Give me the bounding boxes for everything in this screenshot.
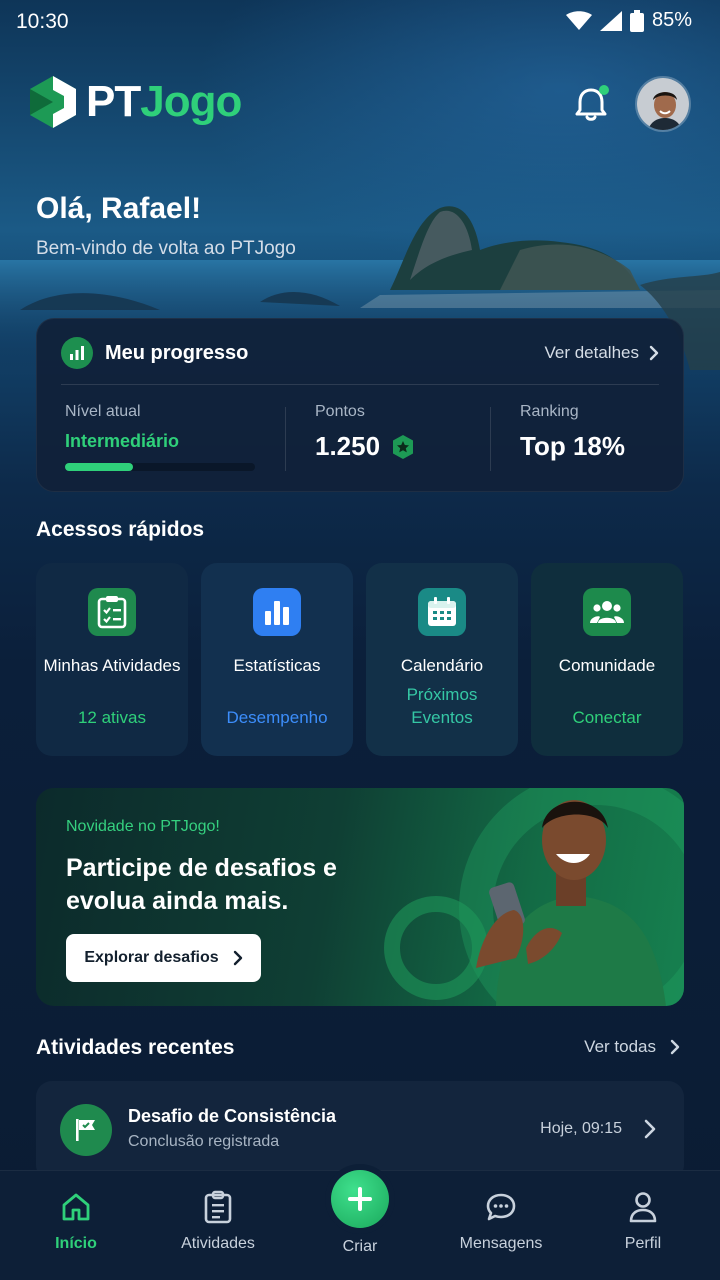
signal-icon	[599, 10, 622, 31]
stats-icon	[61, 337, 93, 369]
recent-activity-item[interactable]: Desafio de Consistência Conclusão regist…	[36, 1081, 684, 1181]
divider	[61, 384, 659, 385]
chevron-right-icon	[233, 950, 242, 966]
tile-calendario[interactable]: Calendário Próximos Eventos	[366, 563, 518, 756]
chat-icon	[441, 1189, 561, 1225]
tile-label: Calendário	[400, 656, 484, 675]
progress-card: Meu progresso Ver detalhes Nível atual I…	[36, 318, 684, 492]
progress-details-label: Ver detalhes	[544, 343, 639, 362]
promo-kicker: Novidade no PTJogo!	[66, 818, 220, 835]
promo-title: Participe de desafios e evolua ainda mai…	[66, 854, 337, 915]
star-badge-icon	[393, 434, 414, 459]
logo-mark-icon	[30, 76, 76, 128]
progress-details-link[interactable]: Ver detalhes	[544, 343, 659, 363]
greeting-title: Olá, Rafael!	[36, 192, 202, 225]
tile-label: Estatísticas	[233, 656, 321, 675]
flag-icon	[60, 1104, 112, 1156]
nav-item-perfil[interactable]: Perfil	[583, 1189, 703, 1253]
nav-label: Perfil	[624, 1235, 662, 1252]
create-label: Criar	[342, 1238, 378, 1255]
level-progress-bar	[65, 463, 255, 471]
see-all-link[interactable]: Ver todas	[584, 1037, 680, 1057]
explore-challenges-label: Explorar desafios	[84, 949, 219, 966]
chevron-right-icon	[649, 345, 659, 361]
level-label: Nível atual	[65, 403, 141, 420]
create-button[interactable]	[331, 1170, 389, 1228]
notification-bell-icon[interactable]	[571, 84, 611, 124]
status-bar: 10:30 85%	[0, 0, 720, 44]
home-icon	[16, 1189, 136, 1225]
progress-title: Meu progresso	[105, 341, 249, 364]
app-logo[interactable]: PTJogo	[28, 74, 242, 130]
tile-sublabel: Conectar	[572, 708, 642, 727]
level-progress-fill	[65, 463, 134, 471]
ranking-stat: Ranking Top 18%	[520, 403, 625, 462]
wifi-icon	[565, 10, 592, 30]
nav-label: Mensagens	[459, 1235, 543, 1252]
people-icon	[583, 588, 631, 636]
ranking-value: Top 18%	[520, 431, 625, 461]
tile-comunidade[interactable]: Comunidade Conectar	[531, 563, 683, 756]
tile-minhas-atividades[interactable]: Minhas Atividades 12 ativas	[36, 563, 188, 756]
level-stat: Nível atual Intermediário	[65, 403, 179, 452]
nav-label: Início	[55, 1235, 97, 1252]
points-label: Pontos	[315, 403, 365, 420]
nav-item-inicio[interactable]: Início	[16, 1189, 136, 1253]
points-value: 1.250	[315, 431, 381, 461]
tile-sublabel: 12 ativas	[77, 708, 147, 727]
person-icon	[583, 1189, 703, 1225]
battery-icon	[629, 9, 644, 32]
divider	[490, 407, 491, 471]
chevron-right-icon	[670, 1039, 680, 1055]
activity-title: Desafio de Consistência	[128, 1106, 337, 1126]
explore-challenges-button[interactable]: Explorar desafios	[66, 934, 261, 982]
tile-label: Minhas Atividades	[43, 656, 181, 675]
activity-subtitle: Conclusão registrada	[128, 1133, 280, 1150]
promo-person-illustration	[384, 788, 684, 1006]
activity-time: Hoje, 09:15	[540, 1120, 622, 1137]
level-value: Intermediário	[65, 431, 180, 451]
recent-title: Atividades recentes	[36, 1036, 235, 1059]
tile-sublabel: Próximos Eventos	[406, 685, 478, 727]
nav-item-mensagens[interactable]: Mensagens	[441, 1189, 561, 1253]
plus-icon	[348, 1187, 372, 1211]
status-time: 10:30	[16, 10, 69, 33]
tile-estatisticas[interactable]: Estatísticas Desempenho	[201, 563, 353, 756]
checklist-icon	[88, 588, 136, 636]
tile-label: Comunidade	[558, 656, 656, 675]
battery-percent: 85%	[651, 9, 692, 31]
bar-chart-icon	[253, 588, 301, 636]
ranking-label: Ranking	[520, 403, 579, 420]
brand-wordmark: PTJogo	[86, 77, 242, 126]
calendar-icon	[418, 588, 466, 636]
nav-item-atividades[interactable]: Atividades	[158, 1189, 278, 1253]
see-all-label: Ver todas	[584, 1037, 656, 1056]
user-avatar[interactable]	[635, 76, 691, 132]
clipboard-icon	[158, 1189, 278, 1225]
divider	[285, 407, 286, 471]
tile-sublabel: Desempenho	[226, 708, 328, 727]
quick-access-title: Acessos rápidos	[36, 518, 205, 541]
promo-banner: Novidade no PTJogo! Participe de desafio…	[36, 788, 684, 1006]
chevron-right-icon	[644, 1119, 656, 1139]
points-stat: Pontos 1.250	[315, 403, 416, 462]
greeting-subtitle: Bem-vindo de volta ao PTJogo	[36, 238, 296, 259]
nav-label: Atividades	[181, 1235, 255, 1252]
